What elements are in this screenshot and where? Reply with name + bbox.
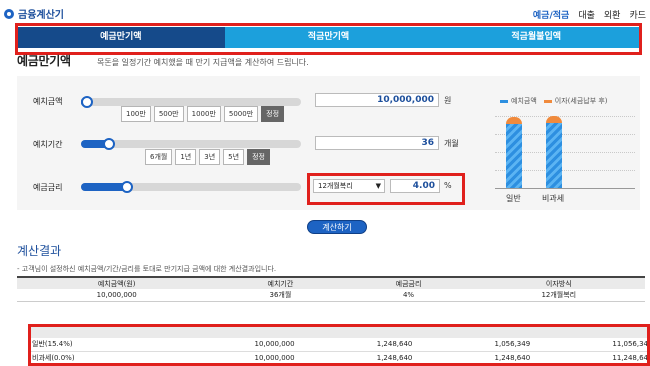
cell-maturity-amount: 11,248,64	[532, 351, 650, 365]
rate-label: 예금금리	[33, 183, 63, 192]
detail-header-cell	[296, 326, 415, 338]
cell-maturity-amount: 11,056,34	[532, 338, 650, 352]
legend-principal-swatch	[500, 99, 508, 103]
rate-slider[interactable]	[81, 181, 301, 193]
cell-rate: 4%	[344, 289, 473, 302]
rate-unit: %	[444, 181, 452, 190]
deposit-presets: 100만 500만 1000만 5000만 정정	[121, 106, 285, 122]
preset-1-year[interactable]: 1년	[175, 149, 197, 165]
cell-deposit-amount: 10,000,000	[17, 289, 217, 302]
deposit-slider[interactable]	[81, 96, 301, 108]
calculate-button[interactable]: 계산하기	[307, 220, 367, 234]
rate-slider-handle[interactable]	[121, 181, 133, 193]
top-nav: 예금/적금 대출 외환 카드	[533, 8, 646, 21]
page-title: 예금만기액	[17, 54, 71, 68]
cell-interest-after-tax: 1,248,640	[414, 351, 533, 365]
nav-deposit-savings[interactable]: 예금/적금	[533, 8, 569, 21]
chevron-down-icon: ▼	[375, 182, 381, 190]
compound-method-select[interactable]: 12개월복리 ▼	[313, 179, 385, 193]
cell-interest-method: 12개월복리	[472, 289, 645, 302]
cell-principal: 10,000,000	[178, 351, 297, 365]
input-panel: 예치금액 100만 500만 1000만 5000만 정정 10,000,000…	[17, 76, 640, 210]
bar-interest-0	[506, 117, 522, 125]
deposit-label: 예치금액	[33, 97, 63, 106]
cell-interest-before-tax: 1,248,640	[296, 338, 415, 352]
rate-input[interactable]: 4.00	[390, 179, 440, 193]
period-slider-handle[interactable]	[103, 138, 115, 150]
period-unit: 개월	[444, 139, 459, 148]
deposit-edit-button[interactable]: 정정	[261, 106, 285, 122]
header-deposit-amount: 예치금액(원)	[17, 276, 217, 289]
page: 금융계산기 예금/적금 대출 외환 카드 예금만기액 적금만기액 적금월불입액 …	[0, 0, 650, 366]
header-interest-method: 이자방식	[472, 276, 645, 289]
compound-method-value: 12개월복리	[318, 182, 353, 190]
cell-tax-type: 비과세(0.0%)	[30, 351, 179, 365]
header-period: 예치기간	[216, 276, 345, 289]
summary-table: 예치금액(원) 예치기간 예금금리 이자방식 10,000,000 36개월 4…	[17, 276, 645, 302]
deposit-amount-input[interactable]: 10,000,000	[315, 93, 439, 107]
detail-header-cell	[414, 326, 533, 338]
legend-interest-label: 이자(세금납부 후)	[554, 97, 608, 105]
preset-1m[interactable]: 100만	[121, 106, 151, 122]
nav-foreign-exchange[interactable]: 외환	[604, 8, 621, 21]
chart-axis	[495, 188, 635, 189]
legend-interest-swatch	[543, 99, 552, 103]
period-input[interactable]: 36	[315, 136, 439, 150]
table-row: 비과세(0.0%) 10,000,000 1,248,640 1,248,640…	[30, 351, 650, 365]
cell-principal: 10,000,000	[178, 338, 297, 352]
deposit-slider-handle[interactable]	[81, 96, 93, 108]
nav-card[interactable]: 카드	[629, 8, 646, 21]
period-label: 예치기간	[33, 140, 63, 149]
cell-interest-after-tax: 1,056,349	[414, 338, 533, 352]
top-bar: 금융계산기 예금/적금 대출 외환 카드	[0, 0, 650, 26]
logo-text: 금융계산기	[18, 10, 64, 21]
deposit-unit: 원	[444, 96, 452, 105]
tab-deposit-maturity[interactable]: 예금만기액	[17, 27, 225, 48]
detail-header-row	[30, 326, 650, 338]
cell-interest-before-tax: 1,248,640	[296, 351, 415, 365]
preset-5m[interactable]: 500만	[153, 106, 184, 122]
preset-3-years[interactable]: 3년	[199, 149, 221, 165]
period-edit-button[interactable]: 정정	[247, 149, 270, 165]
detail-header-cell	[30, 326, 179, 338]
bar-principal-0	[506, 124, 522, 188]
legend-principal-label: 예치금액	[511, 97, 537, 105]
period-presets: 6개월 1년 3년 5년 정정	[145, 149, 270, 165]
result-title: 계산결과	[17, 244, 62, 258]
tab-savings-maturity[interactable]: 적금만기액	[224, 27, 433, 48]
bar-interest-1	[546, 116, 562, 123]
bar-principal-1	[546, 123, 562, 188]
preset-10m[interactable]: 1000만	[186, 106, 221, 122]
page-description: 목돈을 일정기간 예치했을 때 만기 지급액을 계산하여 드립니다.	[97, 58, 309, 67]
chart-legend: 예치금액 이자(세금납부 후)	[500, 96, 608, 106]
header-rate: 예금금리	[344, 276, 473, 289]
detail-header-cell	[178, 326, 297, 338]
preset-5-years[interactable]: 5년	[223, 149, 245, 165]
summary-header-row: 예치금액(원) 예치기간 예금금리 이자방식	[17, 276, 645, 289]
cell-period: 36개월	[216, 289, 345, 302]
tab-savings-monthly[interactable]: 적금월불입액	[432, 27, 641, 48]
period-slider[interactable]	[81, 138, 301, 150]
logo[interactable]: 금융계산기	[4, 6, 64, 21]
table-row: 일반(15.4%) 10,000,000 1,248,640 1,056,349…	[30, 338, 650, 352]
detail-table: 일반(15.4%) 10,000,000 1,248,640 1,056,349…	[30, 326, 650, 365]
cell-tax-type: 일반(15.4%)	[30, 338, 179, 352]
preset-50m[interactable]: 5000만	[223, 106, 259, 122]
logo-icon	[4, 8, 14, 19]
table-row: 10,000,000 36개월 4% 12개월복리	[17, 289, 645, 302]
x-label-general: 일반	[506, 194, 521, 203]
result-description: - 고객님이 설정하신 예치금액/기간/금리를 토대로 만기지급 금액에 대한 …	[17, 265, 277, 273]
x-label-tax-free: 비과세	[542, 194, 565, 203]
preset-6-months[interactable]: 6개월	[145, 149, 173, 165]
calculator-tabs: 예금만기액 적금만기액 적금월불입액	[17, 27, 641, 51]
detail-header-cell	[532, 326, 650, 338]
nav-loan[interactable]: 대출	[578, 8, 595, 21]
